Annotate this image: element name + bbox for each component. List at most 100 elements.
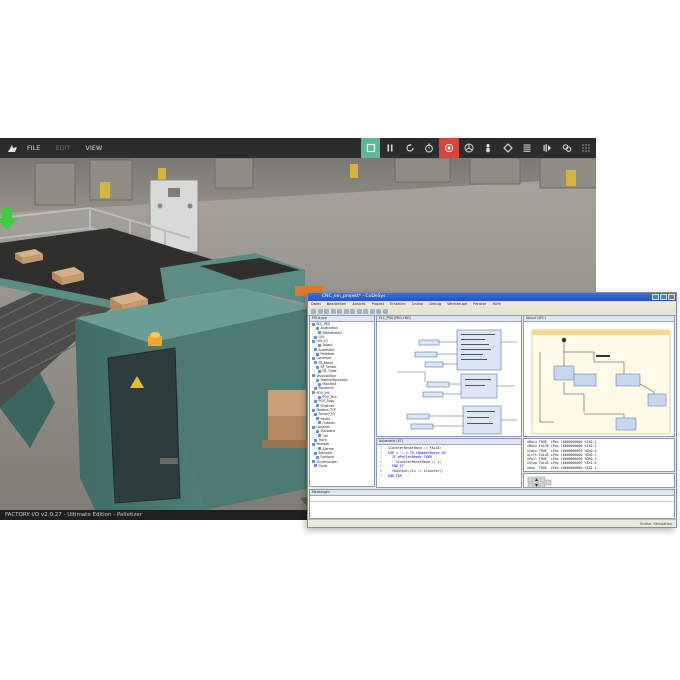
menu-edit[interactable]: EDIT — [55, 144, 70, 152]
fan-button[interactable] — [459, 138, 479, 158]
fbd-diagram[interactable] — [377, 322, 522, 437]
copy-icon[interactable] — [337, 308, 342, 314]
ide-menu-item[interactable]: Ansicht — [352, 301, 365, 307]
folder-icon — [312, 357, 315, 361]
ide-workspace: POUs.pro PLC_PRG Application Bibliotheken G… — [308, 315, 676, 519]
folder-icon — [318, 331, 321, 335]
redo-icon[interactable] — [356, 308, 362, 314]
ide-status-bar: Online: Simulation — [308, 519, 676, 527]
ide-title: CNC_ein_projekt* - CoDeSys — [322, 294, 386, 299]
timer-icon — [425, 143, 434, 153]
folder-icon — [314, 464, 317, 468]
minimize-button[interactable] — [652, 294, 659, 300]
folder-icon — [314, 451, 317, 455]
code-text: iCounterResetHand := FALSE; — [388, 446, 442, 450]
new-icon[interactable] — [311, 308, 316, 314]
square-icon — [366, 143, 375, 153]
plc-ide-window: CNC_ein_projekt* - CoDeSys Datei Bearbeit… — [307, 292, 677, 528]
edit-mode-button[interactable] — [360, 138, 381, 158]
run-icon[interactable] — [376, 308, 381, 314]
close-button[interactable] — [668, 294, 675, 300]
link-button[interactable] — [557, 138, 577, 158]
sfc-editor-pane[interactable]: Ablauf (SFC) — [523, 315, 675, 437]
folder-icon — [318, 395, 321, 399]
diamond-icon — [503, 143, 513, 153]
st-code[interactable]: 1 iCounterResetHand := FALSE; 2 FOR i := 1 … — [377, 445, 521, 478]
pause-button[interactable] — [380, 138, 400, 158]
undo-icon[interactable] — [350, 308, 355, 314]
visualization-pane[interactable] — [523, 473, 675, 488]
folder-icon — [312, 322, 315, 326]
project-tree[interactable]: PLC_PRG Application Bibliotheken GVL GVL_IO A… — [310, 322, 374, 468]
person-icon — [486, 144, 490, 153]
tree-item-label: Bibliotheken — [322, 330, 342, 335]
ide-menu-item[interactable]: Fenster — [473, 301, 486, 307]
factory-io-toolbar: FILE EDIT VIEW — [0, 138, 596, 158]
menu-file[interactable]: FILE — [27, 144, 40, 152]
drivers-button[interactable] — [537, 138, 557, 158]
fan-icon — [464, 143, 474, 153]
code-text: iCounterResetHand := i; — [388, 459, 442, 464]
timer-button[interactable] — [420, 138, 440, 158]
login-icon[interactable] — [369, 308, 375, 314]
code-line[interactable]: 7 END_FOR — [380, 474, 521, 479]
stop-icon[interactable] — [382, 308, 388, 314]
folder-icon — [318, 434, 321, 438]
sfc-diagram[interactable] — [524, 322, 675, 437]
folder-icon — [314, 399, 317, 403]
build-icon[interactable] — [363, 308, 368, 314]
code-text: fbOutput(iIn := iCounter); — [388, 468, 444, 473]
grid-button[interactable] — [576, 138, 596, 158]
folder-icon — [316, 365, 319, 369]
folder-icon — [318, 382, 321, 386]
cut-icon[interactable] — [330, 308, 336, 314]
jog-controls[interactable] — [524, 475, 675, 488]
watch-list[interactable]: xBox1 TRUE iPos 16#00000002 %IX0.1 xBox2 … — [524, 439, 674, 470]
save-icon[interactable] — [324, 308, 329, 314]
folder-icon — [316, 404, 319, 408]
line-number: 7 — [380, 473, 382, 478]
tree-item[interactable]: Gerät — [310, 464, 374, 468]
factory-io-logo-icon — [5, 141, 19, 155]
folder-icon — [314, 348, 317, 352]
ide-menu-item[interactable]: Hilfe — [493, 301, 501, 307]
tag-list-button[interactable] — [518, 138, 538, 158]
folder-icon — [318, 447, 321, 451]
person-view-button[interactable] — [478, 138, 498, 158]
reset-button[interactable] — [400, 138, 420, 158]
fbd-editor-pane[interactable]: PLC_PRG (PRG-FBD) — [376, 315, 522, 437]
watch-list-pane[interactable]: xBox1 TRUE iPos 16#00000002 %IX0.1 xBox2 … — [523, 438, 675, 472]
folder-icon — [316, 430, 319, 434]
folder-icon — [316, 352, 319, 356]
ide-menu-item[interactable]: Projekt — [372, 301, 384, 307]
st-editor-pane[interactable]: Automatic (ST) 1 iCounterResetHand := FAL… — [376, 438, 522, 488]
ide-menu-item[interactable]: Werkzeuge — [447, 301, 467, 307]
electrical-cabinet — [149, 179, 199, 253]
project-tree-pane: POUs.pro PLC_PRG Application Bibliotheken G… — [309, 315, 375, 487]
ide-title-bar: CNC_ein_projekt* - CoDeSys — [308, 293, 676, 301]
folder-icon — [314, 387, 317, 391]
paste-icon[interactable] — [343, 308, 349, 314]
list-icon — [523, 144, 531, 152]
drivers-icon — [543, 144, 552, 152]
pause-icon — [387, 144, 393, 152]
folder-icon — [312, 460, 315, 464]
menu-view[interactable]: VIEW — [85, 144, 102, 152]
ide-menu-item[interactable]: Debug — [429, 301, 441, 307]
diamond-button[interactable] — [498, 138, 518, 158]
ide-menu-item[interactable]: Bearbeiten — [327, 301, 347, 307]
reset-icon — [406, 143, 414, 152]
folder-icon — [316, 455, 319, 459]
watch-row[interactable]: xRun TRUE iPos 16#00000001 %IX1.1 — [527, 466, 674, 470]
open-icon[interactable] — [317, 308, 323, 314]
ide-menu-item[interactable]: Datei — [311, 301, 321, 307]
maximize-button[interactable] — [660, 294, 667, 300]
folder-icon — [312, 374, 315, 378]
ide-menu-item[interactable]: Erstellen — [390, 301, 406, 307]
folder-icon — [312, 391, 315, 395]
folder-icon — [312, 339, 315, 343]
code-text: IF bPalletReady THEN — [388, 455, 432, 460]
ide-menu-item[interactable]: Online — [412, 301, 424, 307]
folder-icon — [312, 425, 315, 429]
camera-focus-button[interactable] — [439, 138, 459, 158]
